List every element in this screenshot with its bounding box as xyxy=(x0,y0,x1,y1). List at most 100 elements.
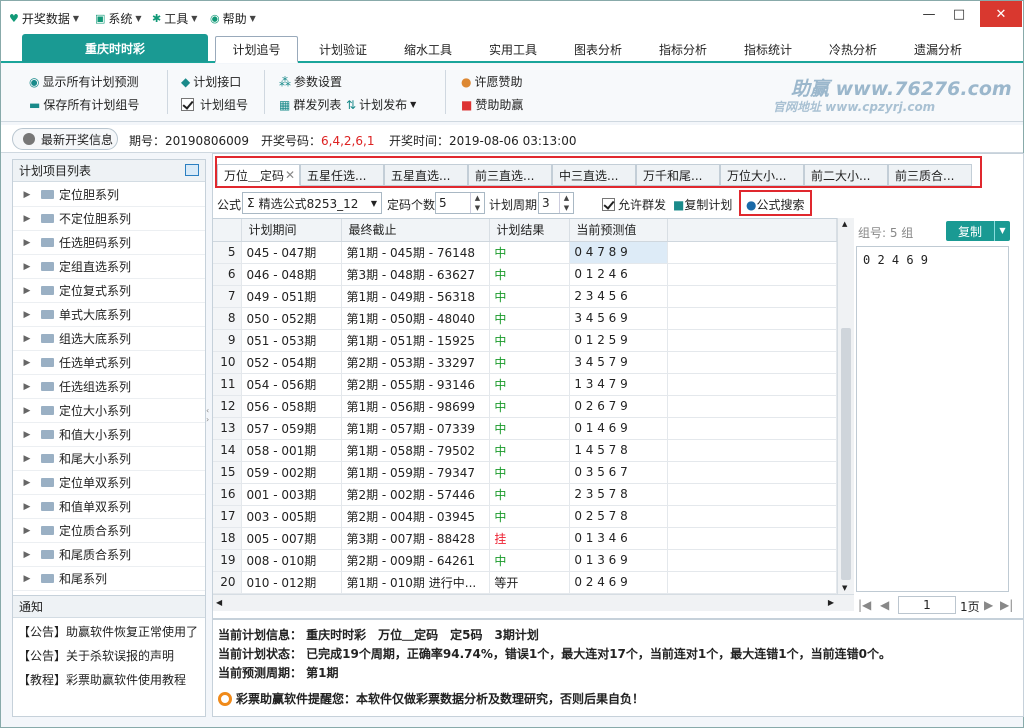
plan-list-item[interactable]: ▶ 单式大底系列 xyxy=(13,303,205,327)
tab-hot-cold-analysis[interactable]: 冷热分析 xyxy=(811,36,895,63)
plan-list-item[interactable]: ▶ 和值单双系列 xyxy=(13,495,205,519)
col-current-prediction[interactable]: 当前预测值 xyxy=(569,219,669,242)
table-row[interactable]: 18 005 - 007期 第3期 - 007期 - 88428 挂 0 1 3 4 6 xyxy=(213,527,837,550)
table-row[interactable]: 17 003 - 005期 第2期 - 004期 - 03945 中 0 2 5 7 8 xyxy=(213,505,837,528)
expand-arrow-icon[interactable]: ▶ xyxy=(13,550,41,560)
scroll-up-icon[interactable]: ▲ xyxy=(842,220,847,228)
tab-indicator-stats[interactable]: 指标统计 xyxy=(726,36,810,63)
plan-list-item[interactable]: ▶ 定位胆系列 xyxy=(13,183,205,207)
cycle-stepper[interactable]: 3 ▲ ▼ xyxy=(538,192,574,214)
plan-publish-button[interactable]: ⇅ 计划发布 ▼ xyxy=(346,96,416,113)
table-row[interactable]: 6 046 - 048期 第3期 - 048期 - 63627 中 0 1 2 4 6 xyxy=(213,263,837,286)
tab-indicator-analysis[interactable]: 指标分析 xyxy=(641,36,725,63)
expand-arrow-icon[interactable]: ▶ xyxy=(13,526,41,536)
subtab-mid3-direct[interactable]: 中三直选... xyxy=(552,164,636,186)
group-send-list-button[interactable]: ▦ 群发列表 xyxy=(279,96,341,113)
expand-arrow-icon[interactable]: ▶ xyxy=(13,286,41,296)
scroll-down-icon[interactable]: ▼ xyxy=(842,584,847,592)
col-plan-period[interactable]: 计划期间 xyxy=(241,219,343,242)
expand-arrow-icon[interactable]: ▶ xyxy=(13,478,41,488)
subtab-front3-direct[interactable]: 前三直选... xyxy=(468,164,552,186)
table-row[interactable]: 11 054 - 056期 第2期 - 055期 - 93146 中 1 3 4 7 9 xyxy=(213,373,837,396)
expand-arrow-icon[interactable]: ▶ xyxy=(13,334,41,344)
table-row[interactable]: 8 050 - 052期 第1期 - 050期 - 48040 中 3 4 5 6 9 xyxy=(213,307,837,330)
group-number-textarea[interactable]: 0 2 4 6 9 xyxy=(856,246,1009,592)
table-row[interactable]: 5 045 - 047期 第1期 - 045期 - 76148 中 0 4 7 8 9 xyxy=(213,241,837,264)
table-row[interactable]: 14 058 - 001期 第1期 - 058期 - 79502 中 1 4 5 7 8 xyxy=(213,439,837,462)
plan-list-item[interactable]: ▶ 不定位胆系列 xyxy=(13,207,205,231)
plan-list-item[interactable]: ▶ 定位单双系列 xyxy=(13,471,205,495)
plan-list-item[interactable]: ▶ 任选组选系列 xyxy=(13,375,205,399)
formula-search-button[interactable]: ●公式搜索 xyxy=(746,196,805,213)
col-plan-result[interactable]: 计划结果 xyxy=(489,219,571,242)
subtab-5star-direct[interactable]: 五星直选... xyxy=(384,164,468,186)
allow-group-send-checkbox[interactable]: 允许群发 xyxy=(602,196,666,213)
menu-tools[interactable]: ✱ 工具 ▼ xyxy=(152,10,197,26)
expand-arrow-icon[interactable]: ▶ xyxy=(13,574,41,584)
menu-lottery-data[interactable]: ♥ 开奖数据 ▼ xyxy=(9,10,79,26)
copy-plan-button[interactable]: ■复制计划 xyxy=(673,196,732,213)
menu-help[interactable]: ◉ 帮助 ▼ xyxy=(210,10,256,26)
expand-arrow-icon[interactable]: ▶ xyxy=(13,190,41,200)
close-button[interactable]: ✕ xyxy=(980,1,1022,27)
first-page-icon[interactable]: |◀ xyxy=(858,598,871,612)
notice-link[interactable]: 【公告】关于杀软误报的声明 xyxy=(18,647,174,664)
count-stepper[interactable]: 5 ▲ ▼ xyxy=(435,192,485,214)
scroll-left-icon[interactable]: ◀ xyxy=(216,598,222,607)
table-row[interactable]: 9 051 - 053期 第1期 - 051期 - 15925 中 0 1 2 5 9 xyxy=(213,329,837,352)
col-final-cutoff[interactable]: 最终截止 xyxy=(341,219,491,242)
expand-arrow-icon[interactable]: ▶ xyxy=(13,214,41,224)
subtab-front2-bigsmall[interactable]: 前二大小... xyxy=(804,164,888,186)
expand-arrow-icon[interactable]: ▶ xyxy=(13,406,41,416)
plan-list-item[interactable]: ▶ 和尾质合系列 xyxy=(13,543,205,567)
maximize-button[interactable]: □ xyxy=(947,1,971,27)
window-icon[interactable] xyxy=(185,164,199,176)
app-lottery-tab[interactable]: 重庆时时彩 xyxy=(22,34,208,62)
expand-arrow-icon[interactable]: ▶ xyxy=(13,430,41,440)
plan-list-item[interactable]: ▶ 和值大小系列 xyxy=(13,423,205,447)
plan-list-item[interactable]: ▶ 和尾大小系列 xyxy=(13,447,205,471)
notice-link[interactable]: 【公告】助赢软件恢复正常使用了 xyxy=(18,623,198,640)
expand-arrow-icon[interactable]: ▶ xyxy=(13,262,41,272)
prev-page-icon[interactable]: ◀ xyxy=(880,598,889,612)
show-all-predictions-button[interactable]: ◉ 显示所有计划预测 xyxy=(29,73,139,90)
grid-vertical-scrollbar[interactable]: ▲ ▼ xyxy=(837,218,854,594)
tab-shrink-tool[interactable]: 缩水工具 xyxy=(386,36,470,63)
grid-horizontal-scrollbar[interactable]: ◀ ▶ xyxy=(213,594,854,611)
sponsor-button[interactable]: ■ 赞助助赢 xyxy=(461,96,523,113)
plan-group-checkbox[interactable]: 计划组号 xyxy=(181,96,248,113)
scroll-right-icon[interactable]: ▶ xyxy=(828,598,834,607)
plan-api-button[interactable]: ◆ 计划接口 xyxy=(181,73,241,90)
plan-list-item[interactable]: ▶ 和尾系列 xyxy=(13,567,205,591)
plan-list-item[interactable]: ▶ 组选大底系列 xyxy=(13,327,205,351)
scroll-thumb[interactable] xyxy=(841,328,851,580)
tab-utility-tool[interactable]: 实用工具 xyxy=(471,36,555,63)
tab-plan-tracking[interactable]: 计划追号 xyxy=(215,36,298,63)
tab-plan-verify[interactable]: 计划验证 xyxy=(301,36,385,63)
wish-sponsor-button[interactable]: ● 许愿赞助 xyxy=(461,73,523,90)
plan-list-item[interactable]: ▶ 定位复式系列 xyxy=(13,279,205,303)
plan-list-item[interactable]: ▶ 任选胆码系列 xyxy=(13,231,205,255)
menu-system[interactable]: ▣ 系统 ▼ xyxy=(95,10,142,26)
plan-list-item[interactable]: ▶ 定位大小系列 xyxy=(13,399,205,423)
plan-list-item[interactable]: ▶ 任选单式系列 xyxy=(13,351,205,375)
expand-arrow-icon[interactable]: ▶ xyxy=(13,310,41,320)
chevron-down-icon[interactable]: ▼ xyxy=(994,221,1010,241)
subtab-wan-fixed[interactable]: 万位＿定码 ✕ xyxy=(217,164,300,186)
params-settings-button[interactable]: ⁂ 参数设置 xyxy=(279,73,342,90)
table-row[interactable]: 19 008 - 010期 第2期 - 009期 - 64261 中 0 1 3 6 9 xyxy=(213,549,837,572)
expand-arrow-icon[interactable]: ▶ xyxy=(13,238,41,248)
expand-arrow-icon[interactable]: ▶ xyxy=(13,382,41,392)
expand-arrow-icon[interactable]: ▶ xyxy=(13,358,41,368)
table-row[interactable]: 20 010 - 012期 第1期 - 010期 进行中... 等开 0 2 4 6 9 xyxy=(213,571,837,594)
close-tab-icon[interactable]: ✕ xyxy=(285,168,295,182)
subtab-wan-bigsmall[interactable]: 万位大小... xyxy=(720,164,804,186)
expand-arrow-icon[interactable]: ▶ xyxy=(13,502,41,512)
plan-list-item[interactable]: ▶ 定组直选系列 xyxy=(13,255,205,279)
table-row[interactable]: 7 049 - 051期 第1期 - 049期 - 56318 中 2 3 4 5 6 xyxy=(213,285,837,308)
copy-button[interactable]: 复制 ▼ xyxy=(946,221,1010,241)
table-row[interactable]: 13 057 - 059期 第1期 - 057期 - 07339 中 0 1 4 6 9 xyxy=(213,417,837,440)
stepper-arrows-icon[interactable]: ▲ ▼ xyxy=(470,193,484,213)
table-row[interactable]: 12 056 - 058期 第1期 - 056期 - 98699 中 0 2 6 7 9 xyxy=(213,395,837,418)
last-page-icon[interactable]: ▶| xyxy=(1000,598,1013,612)
